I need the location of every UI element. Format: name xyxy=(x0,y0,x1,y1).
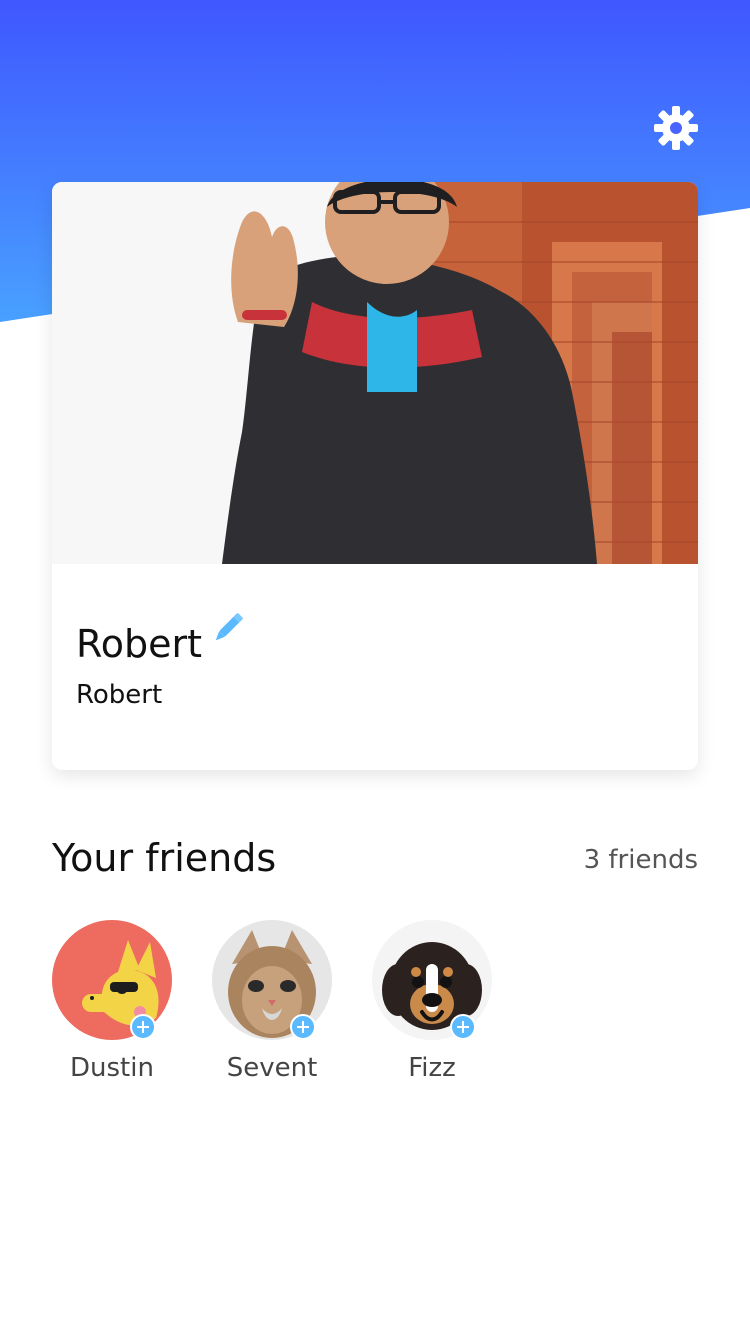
friends-count: 3 friends xyxy=(583,845,698,875)
plus-icon xyxy=(297,1021,309,1033)
friend-dustin[interactable]: Dustin xyxy=(52,920,172,1100)
add-friend-button-fizz[interactable] xyxy=(450,1014,476,1040)
settings-button[interactable] xyxy=(648,100,704,156)
profile-name: Robert xyxy=(76,622,202,666)
friends-title: Your friends xyxy=(52,836,277,880)
friends-header: Your friends 3 friends xyxy=(52,834,698,886)
profile-photo-image xyxy=(52,182,698,564)
friend-name: Fizz xyxy=(408,1053,456,1083)
friend-fizz[interactable]: Fizz xyxy=(372,920,492,1100)
edit-profile-button[interactable] xyxy=(206,608,248,650)
profile-info: Robert Robert xyxy=(52,564,698,770)
gear-icon xyxy=(654,106,698,150)
pencil-icon xyxy=(215,613,243,641)
friends-list: Dustin Sevent Fizz xyxy=(52,920,698,1110)
profile-card: Robert Robert xyxy=(52,182,698,770)
profile-username: Robert xyxy=(76,680,163,710)
profile-photo xyxy=(52,182,698,564)
plus-icon xyxy=(137,1021,149,1033)
friend-name: Sevent xyxy=(226,1053,318,1083)
add-friend-button-dustin[interactable] xyxy=(130,1014,156,1040)
plus-icon xyxy=(457,1021,469,1033)
friend-sevent[interactable]: Sevent xyxy=(212,920,332,1100)
add-friend-button-sevent[interactable] xyxy=(290,1014,316,1040)
friend-name: Dustin xyxy=(70,1053,154,1083)
